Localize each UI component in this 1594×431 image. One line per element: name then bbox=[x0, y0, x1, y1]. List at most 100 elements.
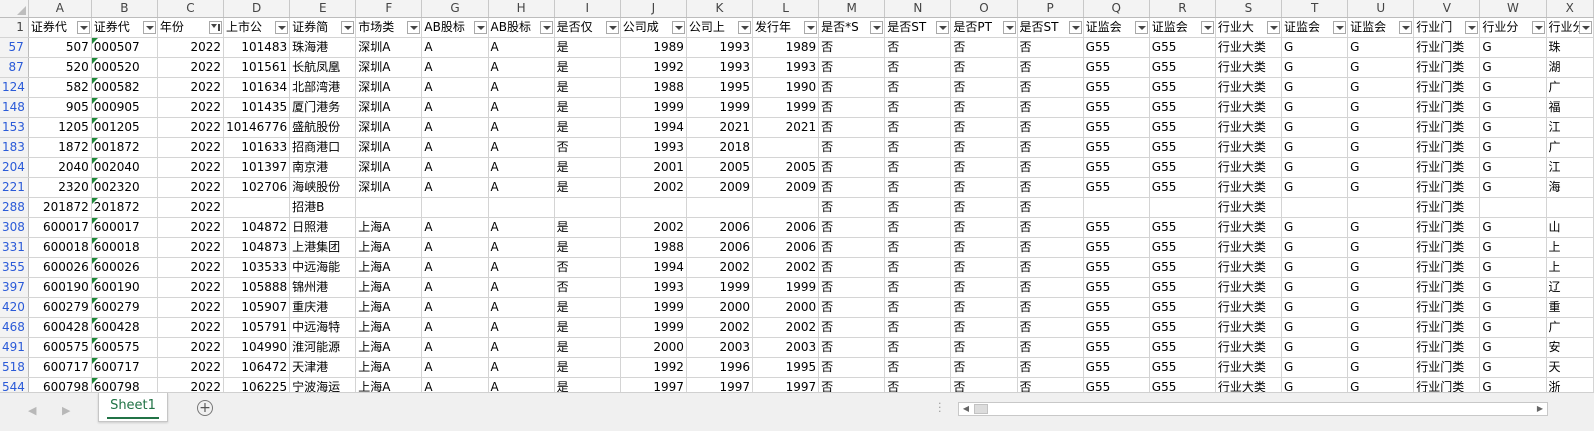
table-cell[interactable]: 行业大类 bbox=[1215, 277, 1283, 298]
table-cell[interactable]: 上海A bbox=[355, 357, 423, 378]
table-cell[interactable]: G bbox=[1347, 177, 1415, 198]
field-header-cell[interactable]: 是否仅 bbox=[554, 17, 621, 38]
table-cell[interactable]: 否 bbox=[1017, 177, 1084, 198]
row-number[interactable]: 544 bbox=[0, 377, 29, 392]
table-cell[interactable]: 上海A bbox=[355, 217, 423, 238]
dropdown-filter-icon[interactable] bbox=[1579, 20, 1592, 34]
table-cell[interactable]: 行业大类 bbox=[1215, 157, 1283, 178]
table-cell[interactable]: G55 bbox=[1083, 37, 1150, 58]
table-cell[interactable]: G55 bbox=[1149, 37, 1216, 58]
table-cell[interactable]: 是 bbox=[554, 377, 621, 392]
table-cell[interactable]: 1996 bbox=[686, 357, 754, 378]
table-cell[interactable]: 1992 bbox=[620, 357, 687, 378]
table-cell[interactable]: 600279 bbox=[91, 297, 158, 318]
table-cell[interactable]: 否 bbox=[818, 177, 886, 198]
table-cell[interactable]: 1989 bbox=[752, 37, 820, 58]
table-cell[interactable]: 珠海港 bbox=[289, 37, 357, 58]
table-cell[interactable]: G bbox=[1347, 257, 1415, 278]
table-cell[interactable]: 是 bbox=[554, 217, 621, 238]
table-cell[interactable]: 600575 bbox=[28, 337, 92, 358]
table-cell[interactable]: 2002 bbox=[686, 317, 754, 338]
table-cell[interactable]: 2022 bbox=[157, 177, 225, 198]
table-cell[interactable]: 行业门类 bbox=[1413, 197, 1481, 218]
table-cell[interactable]: 1999 bbox=[686, 97, 754, 118]
table-cell[interactable]: 101633 bbox=[223, 137, 291, 158]
dropdown-filter-icon[interactable] bbox=[1134, 20, 1148, 34]
field-header-cell[interactable]: 是否ST bbox=[884, 17, 952, 38]
table-cell[interactable]: 行业大类 bbox=[1215, 237, 1283, 258]
table-cell[interactable]: 否 bbox=[818, 337, 886, 358]
table-cell[interactable]: 101435 bbox=[223, 97, 291, 118]
table-cell[interactable] bbox=[620, 197, 687, 218]
table-cell[interactable]: 2005 bbox=[752, 157, 820, 178]
column-header-l[interactable]: L bbox=[752, 0, 820, 18]
table-cell[interactable]: 否 bbox=[950, 337, 1018, 358]
table-cell[interactable]: 珠 bbox=[1546, 37, 1594, 58]
table-cell[interactable]: A bbox=[421, 297, 489, 318]
table-cell[interactable]: 否 bbox=[884, 197, 952, 218]
table-cell[interactable]: 中远海能 bbox=[289, 257, 357, 278]
table-cell[interactable]: G55 bbox=[1149, 97, 1216, 118]
table-cell[interactable]: 广 bbox=[1546, 317, 1594, 338]
table-cell[interactable]: 2002 bbox=[620, 217, 687, 238]
table-cell[interactable]: 否 bbox=[554, 257, 621, 278]
table-cell[interactable]: A bbox=[488, 97, 555, 118]
table-cell[interactable]: 1997 bbox=[686, 377, 754, 392]
table-cell[interactable]: 1993 bbox=[620, 277, 687, 298]
table-cell[interactable]: 否 bbox=[1017, 357, 1084, 378]
table-cell[interactable]: 否 bbox=[884, 137, 952, 158]
table-cell[interactable]: G bbox=[1479, 257, 1547, 278]
table-cell[interactable]: 2022 bbox=[157, 317, 225, 338]
column-header-c[interactable]: C bbox=[157, 0, 225, 18]
table-cell[interactable]: A bbox=[488, 177, 555, 198]
table-cell[interactable]: 否 bbox=[950, 357, 1018, 378]
table-cell[interactable] bbox=[421, 197, 489, 218]
table-cell[interactable]: 否 bbox=[884, 277, 952, 298]
row-number[interactable]: 153 bbox=[0, 117, 29, 138]
table-cell[interactable]: 否 bbox=[1017, 137, 1084, 158]
table-cell[interactable]: 否 bbox=[1017, 317, 1084, 338]
table-cell[interactable]: 507 bbox=[28, 37, 92, 58]
table-cell[interactable]: 行业大类 bbox=[1215, 317, 1283, 338]
table-cell[interactable]: 否 bbox=[1017, 97, 1084, 118]
table-cell[interactable]: 行业大类 bbox=[1215, 257, 1283, 278]
table-cell[interactable]: 否 bbox=[1017, 337, 1084, 358]
field-header-cell[interactable]: 行业分 bbox=[1479, 17, 1547, 38]
table-cell[interactable]: 中远海特 bbox=[289, 317, 357, 338]
table-cell[interactable]: 是 bbox=[554, 37, 621, 58]
table-cell[interactable]: 是 bbox=[554, 317, 621, 338]
dropdown-filter-icon[interactable] bbox=[539, 20, 553, 34]
table-cell[interactable]: 10146776 bbox=[223, 117, 291, 138]
table-cell[interactable]: A bbox=[488, 37, 555, 58]
table-cell[interactable]: A bbox=[421, 357, 489, 378]
table-cell[interactable]: 否 bbox=[818, 237, 886, 258]
dropdown-filter-icon[interactable] bbox=[1531, 20, 1545, 34]
table-cell[interactable]: 2320 bbox=[28, 177, 92, 198]
table-cell[interactable]: G bbox=[1281, 317, 1349, 338]
table-cell[interactable]: 2000 bbox=[752, 297, 820, 318]
dropdown-filter-icon[interactable] bbox=[473, 20, 487, 34]
table-cell[interactable]: 600017 bbox=[91, 217, 158, 238]
row-number[interactable]: 468 bbox=[0, 317, 29, 338]
table-cell[interactable]: 否 bbox=[884, 237, 952, 258]
table-cell[interactable]: 行业门类 bbox=[1413, 317, 1481, 338]
table-cell[interactable]: A bbox=[488, 217, 555, 238]
table-cell[interactable]: 2022 bbox=[157, 377, 225, 392]
table-cell[interactable]: A bbox=[421, 277, 489, 298]
table-cell[interactable]: 行业大类 bbox=[1215, 97, 1283, 118]
table-cell[interactable]: G bbox=[1281, 277, 1349, 298]
table-cell[interactable]: 001872 bbox=[91, 137, 158, 158]
table-cell[interactable]: G bbox=[1347, 297, 1415, 318]
table-cell[interactable]: 否 bbox=[818, 217, 886, 238]
table-cell[interactable]: 否 bbox=[1017, 197, 1084, 218]
dropdown-filter-icon[interactable] bbox=[1399, 20, 1413, 34]
table-cell[interactable]: G bbox=[1479, 117, 1547, 138]
table-cell[interactable]: 否 bbox=[950, 77, 1018, 98]
table-cell[interactable]: 600018 bbox=[91, 237, 158, 258]
table-cell[interactable]: 否 bbox=[884, 337, 952, 358]
table-cell[interactable]: G55 bbox=[1083, 137, 1150, 158]
table-cell[interactable]: 2040 bbox=[28, 157, 92, 178]
column-header-k[interactable]: K bbox=[686, 0, 754, 18]
table-cell[interactable]: 上海A bbox=[355, 377, 423, 392]
table-cell[interactable]: 2022 bbox=[157, 277, 225, 298]
